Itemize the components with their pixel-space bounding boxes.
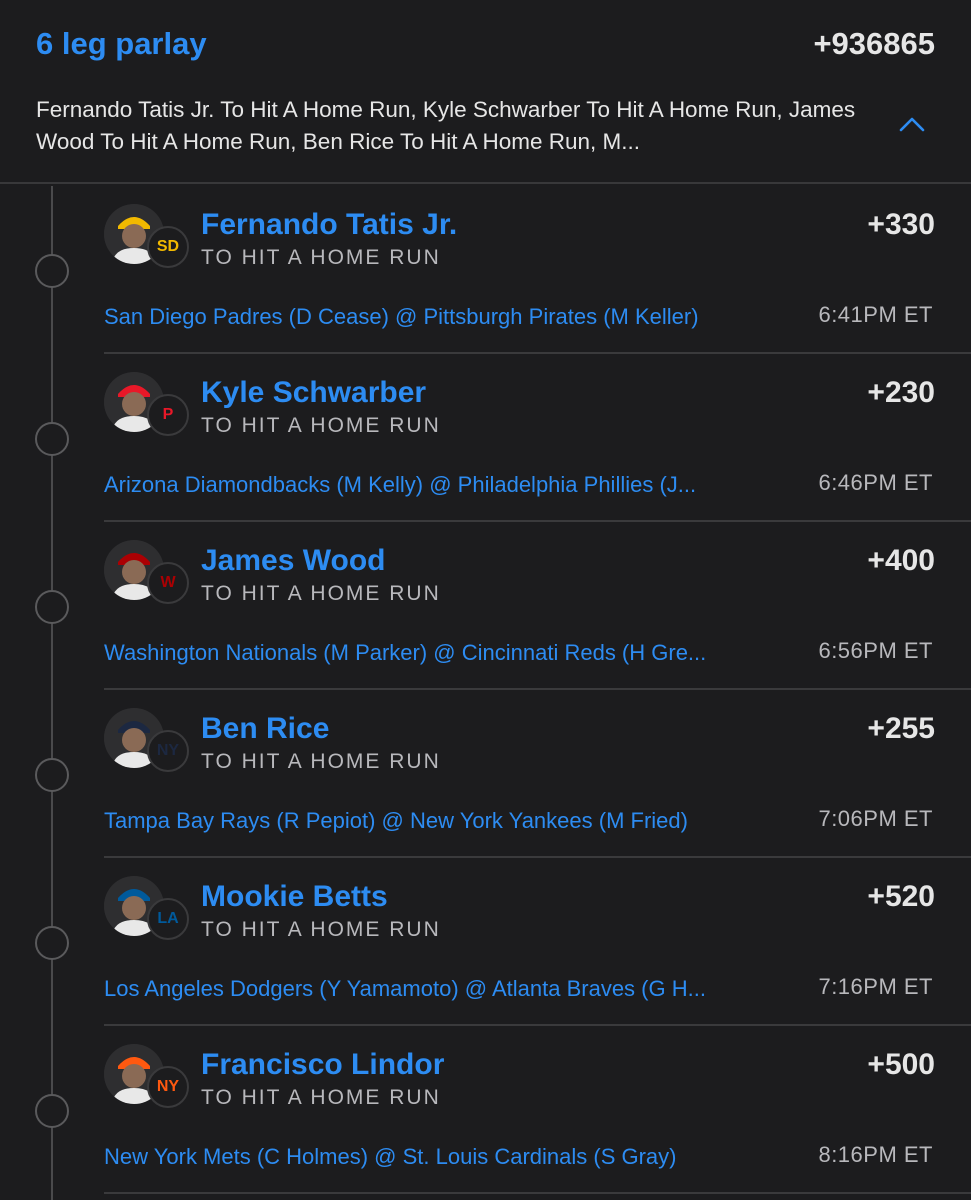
market-label: TO HIT A HOME RUN: [201, 246, 441, 269]
player-name[interactable]: Mookie Betts: [201, 880, 388, 914]
matchup-link[interactable]: Tampa Bay Rays (R Pepiot) @ New York Yan…: [104, 808, 688, 834]
player-name[interactable]: Ben Rice: [201, 712, 329, 746]
team-logo-letters: LA: [157, 910, 179, 927]
parlay-title: 6 leg parlay: [36, 26, 207, 61]
player-name[interactable]: Fernando Tatis Jr.: [201, 208, 457, 242]
padres-logo-icon: SD: [147, 226, 189, 268]
leg-odds: +230: [867, 376, 935, 409]
matchup-link[interactable]: Washington Nationals (M Parker) @ Cincin…: [104, 640, 706, 666]
matchup-link[interactable]: Arizona Diamondbacks (M Kelly) @ Philade…: [104, 472, 696, 498]
timeline-node-icon: [35, 926, 69, 960]
matchup-link[interactable]: San Diego Padres (D Cease) @ Pittsburgh …: [104, 304, 699, 330]
nationals-logo-icon: W: [147, 562, 189, 604]
timeline-node-icon: [35, 254, 69, 288]
game-time: 8:16PM ET: [818, 1142, 933, 1167]
leg-divider: [104, 1192, 971, 1194]
game-time: 6:56PM ET: [818, 638, 933, 663]
timeline-node-icon: [35, 590, 69, 624]
timeline-node-icon: [35, 758, 69, 792]
market-label: TO HIT A HOME RUN: [201, 414, 441, 437]
game-time: 7:06PM ET: [818, 806, 933, 831]
parlay-header[interactable]: 6 leg parlay +936865 Fernando Tatis Jr. …: [0, 0, 971, 184]
market-label: TO HIT A HOME RUN: [201, 582, 441, 605]
team-logo-letters: NY: [156, 1078, 180, 1095]
leg-odds: +400: [867, 544, 935, 577]
player-name[interactable]: Francisco Lindor: [201, 1048, 444, 1082]
team-logo-letters: P: [162, 406, 174, 423]
player-name[interactable]: James Wood: [201, 544, 386, 578]
market-label: TO HIT A HOME RUN: [201, 750, 441, 773]
phillies-logo-icon: P: [147, 394, 189, 436]
leg-odds: +500: [867, 1048, 935, 1081]
team-logo-letters: NY: [156, 742, 180, 759]
leg-row-2[interactable]: P Kyle Schwarber TO HIT A HOME RUN +230 …: [0, 354, 971, 522]
timeline-node-icon: [35, 1094, 69, 1128]
parlay-odds: +936865: [813, 26, 935, 61]
leg-row-4[interactable]: NY Ben Rice TO HIT A HOME RUN +255 Tampa…: [0, 690, 971, 858]
game-time: 7:16PM ET: [818, 974, 933, 999]
team-logo-letters: SD: [156, 238, 180, 255]
leg-odds: +330: [867, 208, 935, 241]
game-time: 6:41PM ET: [818, 302, 933, 327]
leg-row-5[interactable]: LA Mookie Betts TO HIT A HOME RUN +520 L…: [0, 858, 971, 1026]
team-logo-letters: W: [160, 574, 176, 591]
leg-odds: +520: [867, 880, 935, 913]
market-label: TO HIT A HOME RUN: [201, 1086, 441, 1109]
leg-row-3[interactable]: W James Wood TO HIT A HOME RUN +400 Wash…: [0, 522, 971, 690]
timeline-node-icon: [35, 422, 69, 456]
matchup-link[interactable]: New York Mets (C Holmes) @ St. Louis Car…: [104, 1144, 677, 1170]
dodgers-logo-icon: LA: [147, 898, 189, 940]
parlay-summary: Fernando Tatis Jr. To Hit A Home Run, Ky…: [36, 97, 856, 154]
collapse-button[interactable]: [896, 112, 928, 136]
leg-row-6[interactable]: NY Francisco Lindor TO HIT A HOME RUN +5…: [0, 1026, 971, 1194]
yankees-logo-icon: NY: [147, 730, 189, 772]
chevron-up-icon: [899, 117, 925, 132]
leg-odds: +255: [867, 712, 935, 745]
matchup-link[interactable]: Los Angeles Dodgers (Y Yamamoto) @ Atlan…: [104, 976, 706, 1002]
player-name[interactable]: Kyle Schwarber: [201, 376, 426, 410]
mets-logo-icon: NY: [147, 1066, 189, 1108]
market-label: TO HIT A HOME RUN: [201, 918, 441, 941]
game-time: 6:46PM ET: [818, 470, 933, 495]
leg-row-1[interactable]: SD Fernando Tatis Jr. TO HIT A HOME RUN …: [0, 186, 971, 354]
